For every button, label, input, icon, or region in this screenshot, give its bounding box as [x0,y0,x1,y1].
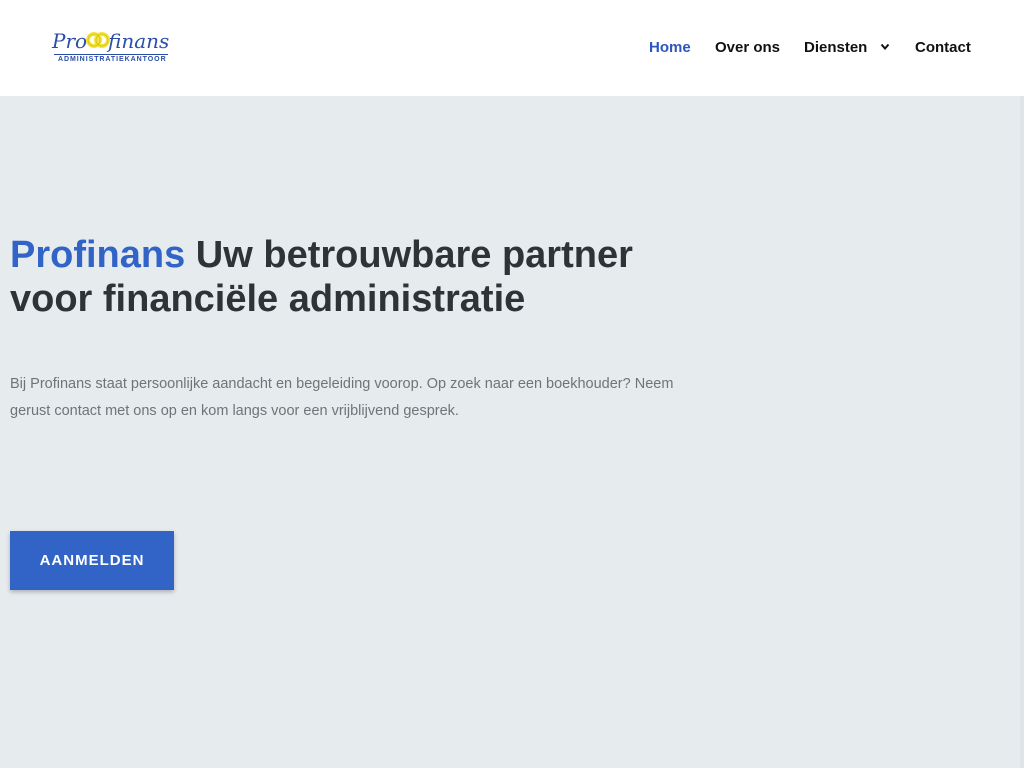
scrollbar[interactable] [1020,96,1024,768]
hero-title: Profinans Uw betrouwbare partner voor fi… [10,233,710,321]
site-header: Pro finans ADMINISTRATIEKANTOOR Home Ove… [0,0,1024,96]
nav-item-over-ons[interactable]: Over ons [715,38,780,58]
aanmelden-button[interactable]: AANMELDEN [10,531,174,590]
chevron-down-icon[interactable] [880,43,890,51]
nav-item-home[interactable]: Home [649,38,691,58]
main-navigation: Home Over ons Diensten Contact [0,38,1024,58]
hero-brand: Profinans [10,234,186,276]
hero-description: Bij Profinans staat persoonlijke aandach… [10,376,674,419]
nav-item-diensten[interactable]: Diensten [804,38,867,58]
nav-item-contact[interactable]: Contact [915,38,971,58]
